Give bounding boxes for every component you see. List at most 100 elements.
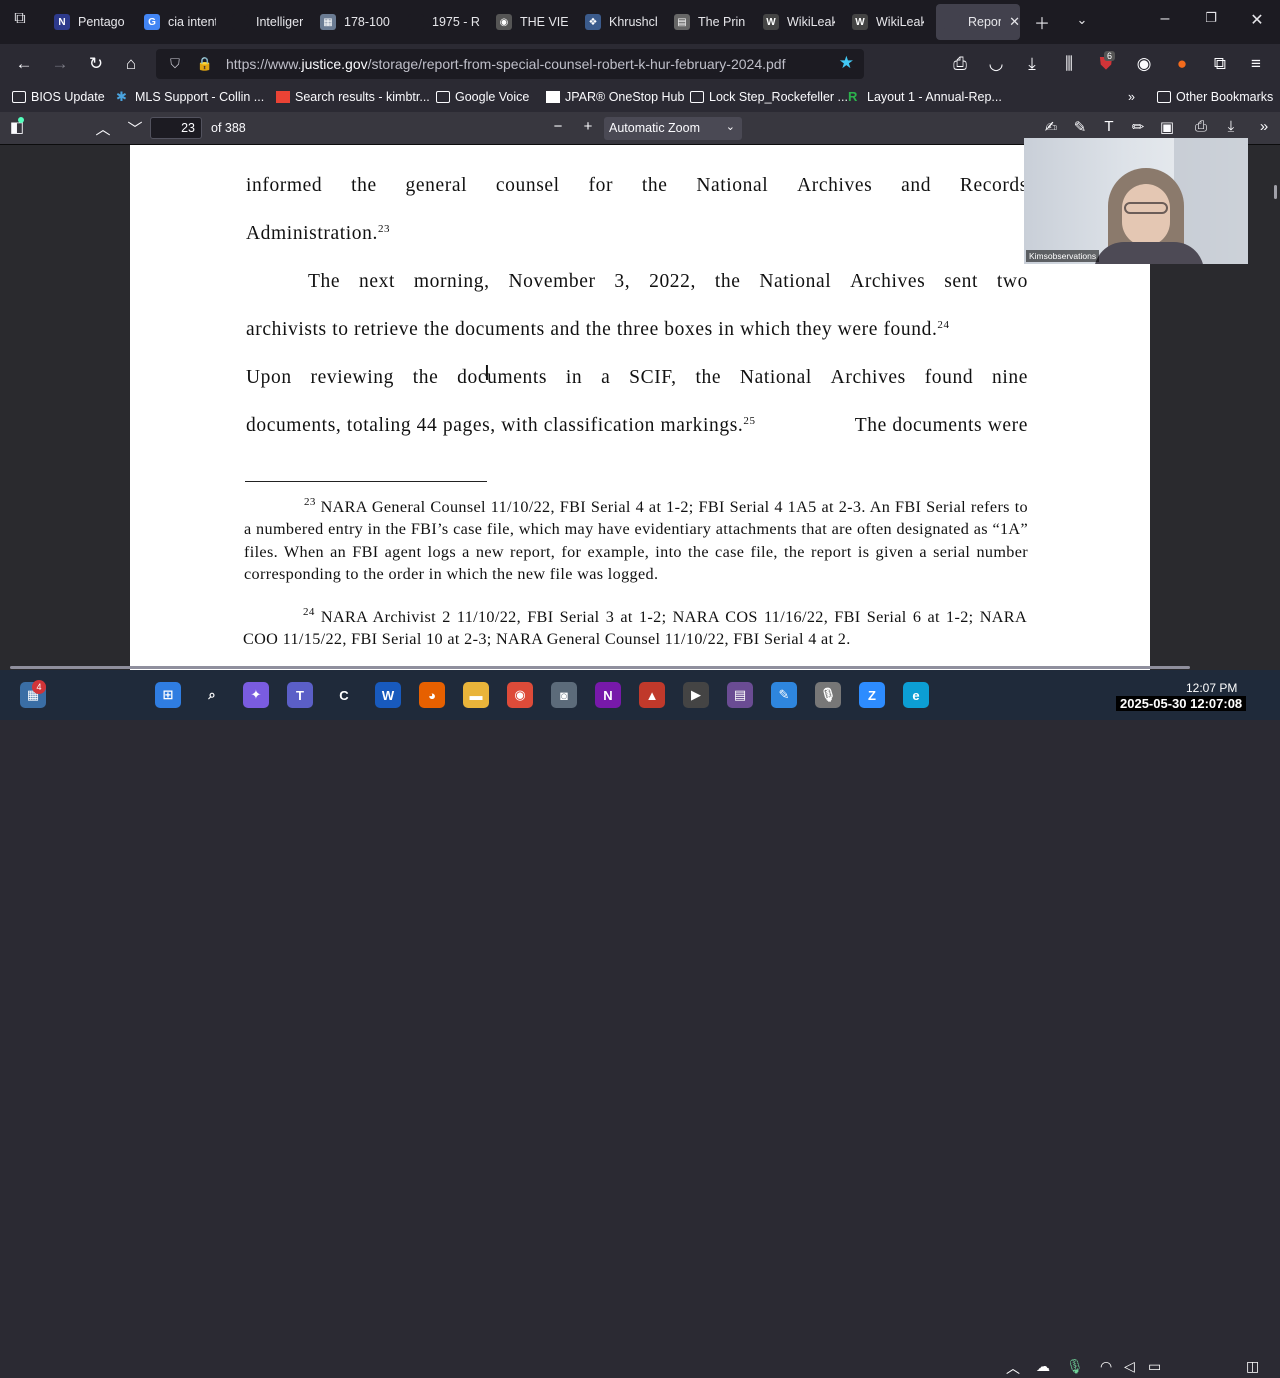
tab-item[interactable]: ◉ THE VIET: [488, 4, 568, 40]
clock-time[interactable]: 12:07 PM: [1186, 681, 1237, 695]
mic-icon[interactable]: 🎙: [815, 682, 841, 708]
restore-icon[interactable]: ❐: [1199, 10, 1223, 26]
app2-icon[interactable]: ▲: [639, 682, 665, 708]
explorer-icon[interactable]: ▬: [463, 682, 489, 708]
list-all-tabs-icon[interactable]: ⌄: [1070, 12, 1094, 28]
word-icon[interactable]: W: [375, 682, 401, 708]
edge-icon[interactable]: e: [903, 682, 929, 708]
tab-item[interactable]: W WikiLeak: [755, 4, 835, 40]
text-line-4: archivists to retrieve the documents and…: [246, 319, 950, 340]
highlight-icon[interactable]: ✎: [1069, 118, 1091, 140]
mic-tray-icon[interactable]: 🎙: [1066, 1358, 1084, 1375]
bookmark-item[interactable]: R Layout 1 - Annual-Rep...: [848, 90, 1002, 104]
start-icon[interactable]: ⊞: [155, 682, 181, 708]
word: counsel: [495, 175, 560, 196]
library-icon[interactable]: ⫼: [1057, 52, 1081, 76]
bookmark-item[interactable]: Lock Step_Rockefeller ...: [690, 90, 848, 104]
forward-icon[interactable]: →: [48, 52, 72, 76]
bookmark-item[interactable]: BIOS Update: [12, 90, 105, 104]
footnote-ref-25[interactable]: 25: [743, 415, 755, 427]
tray-chevron-icon[interactable]: ︿: [1006, 1358, 1020, 1378]
taskbar: ▦ ⊞ ⌕ ✦ T C W ◕ ▬ ◉ ◙ N ▲ ▶ ▤ ✎ 🎙 Ze ︿ ☁ 🎙 ◠ ◁ ▭ ◫: [0, 670, 1280, 1376]
video-face: [1122, 184, 1170, 246]
close-window-icon[interactable]: ✕: [1245, 10, 1269, 30]
tools-chevron-icon[interactable]: »: [1253, 118, 1275, 140]
app-icon[interactable]: C: [331, 682, 357, 708]
video-overlay[interactable]: Kimsobservations: [1024, 138, 1248, 264]
tab-item[interactable]: Repor ✕: [936, 4, 1020, 40]
notifications-icon[interactable]: ◫: [1246, 1358, 1259, 1375]
reload-icon[interactable]: ↻: [84, 52, 108, 76]
pocket-icon[interactable]: ◡: [984, 52, 1008, 76]
doc-icon: [546, 91, 560, 103]
wifi-icon[interactable]: ◠: [1100, 1358, 1112, 1375]
url-text[interactable]: https://www.justice.gov/storage/report-f…: [226, 56, 785, 72]
firefox-icon[interactable]: ◕: [419, 682, 445, 708]
new-tab-icon[interactable]: ＋: [1030, 10, 1054, 34]
back-icon[interactable]: ←: [12, 52, 36, 76]
downloads-icon[interactable]: ⤓: [1020, 52, 1044, 76]
shield-icon[interactable]: ⛉: [164, 56, 186, 72]
menu-icon[interactable]: ≡: [1244, 52, 1268, 76]
extensions-puzzle-icon[interactable]: ⧉: [1208, 52, 1232, 76]
draw-icon[interactable]: ✏: [1127, 118, 1149, 140]
chrome-icon[interactable]: ◉: [507, 682, 533, 708]
text-tool-icon[interactable]: T: [1098, 118, 1120, 140]
teams-icon[interactable]: T: [287, 682, 313, 708]
extension-icon[interactable]: ●: [1170, 52, 1194, 76]
image-icon[interactable]: ▣: [1156, 118, 1178, 140]
tab-item[interactable]: ▦ 178-100: [312, 4, 392, 40]
volume-icon[interactable]: ◁: [1124, 1358, 1135, 1375]
other-bookmarks[interactable]: Other Bookmarks: [1157, 90, 1273, 104]
print-icon[interactable]: ⎙: [948, 52, 972, 76]
footnote-ref-24[interactable]: 24: [937, 319, 949, 331]
more-bookmarks-icon[interactable]: »: [1128, 90, 1135, 104]
media-icon[interactable]: ▶: [683, 682, 709, 708]
pdf-print-icon[interactable]: ⎙: [1190, 118, 1212, 140]
footnote-ref-23[interactable]: 23: [378, 223, 390, 235]
bookmark-item[interactable]: Google Voice: [436, 90, 529, 104]
horizontal-scrollbar[interactable]: [10, 666, 1190, 669]
tab-title: Khrushch: [609, 15, 657, 29]
bookmark-star-icon[interactable]: ★: [839, 53, 854, 73]
copilot-icon[interactable]: ✦: [243, 682, 269, 708]
tab-item[interactable]: Gcia intent: [136, 4, 216, 40]
vertical-scrollbar[interactable]: [1274, 185, 1277, 199]
save-icon[interactable]: ⤓: [1220, 118, 1242, 140]
bookmarks-bar: BIOS Update ✱ MLS Support - Collin ... Sear…: [0, 84, 1280, 112]
bookmark-item[interactable]: JPAR® OneStop Hub: [546, 90, 684, 104]
lock-icon[interactable]: 🔒: [194, 56, 216, 72]
tab-item[interactable]: ❖ Khrushch: [577, 4, 657, 40]
bookmark-item[interactable]: Search results - kimbtr...: [276, 90, 430, 104]
battery-icon[interactable]: ▭: [1148, 1358, 1161, 1375]
tab-overview-icon[interactable]: ⧉: [8, 10, 32, 28]
minimize-icon[interactable]: –: [1153, 10, 1177, 28]
tab-item[interactable]: N Pentago: [46, 4, 126, 40]
search-icon[interactable]: ⌕: [199, 682, 225, 708]
url-bar[interactable]: ⛉ 🔒 https://www.justice.gov/storage/repo…: [156, 49, 864, 79]
zoom-select[interactable]: Automatic Zoom ⌄: [604, 117, 742, 140]
home-icon[interactable]: ⌂: [119, 52, 143, 76]
signature-icon[interactable]: ✍: [1040, 118, 1062, 140]
account-icon[interactable]: ◉: [1132, 52, 1156, 76]
cloud-icon[interactable]: ☁: [1036, 1358, 1050, 1375]
tab-item[interactable]: W WikiLeak: [844, 4, 924, 40]
paint-icon[interactable]: ✎: [771, 682, 797, 708]
page-number-input[interactable]: [150, 117, 202, 139]
bookmark-item[interactable]: ✱ MLS Support - Collin ...: [116, 90, 264, 104]
zoom-in-icon[interactable]: +: [577, 118, 599, 140]
sidebar-toggle-icon[interactable]: ◧: [6, 118, 28, 140]
folder-icon: [12, 91, 26, 103]
next-page-icon[interactable]: ﹀: [124, 118, 146, 140]
onenote-icon[interactable]: N: [595, 682, 621, 708]
zoom-out-icon[interactable]: −: [547, 118, 569, 140]
zoom-icon[interactable]: Z: [859, 682, 885, 708]
camera-icon[interactable]: ◙: [551, 682, 577, 708]
tab-item[interactable]: ▤ The Prin: [666, 4, 746, 40]
word: Archives: [797, 175, 873, 196]
tab-item[interactable]: Intelliger: [224, 4, 304, 40]
tab-close-icon[interactable]: ✕: [1009, 14, 1020, 30]
previous-page-icon[interactable]: ︿: [92, 118, 114, 140]
tab-item[interactable]: 1975 - R: [400, 4, 480, 40]
clapper-icon[interactable]: ▤: [727, 682, 753, 708]
